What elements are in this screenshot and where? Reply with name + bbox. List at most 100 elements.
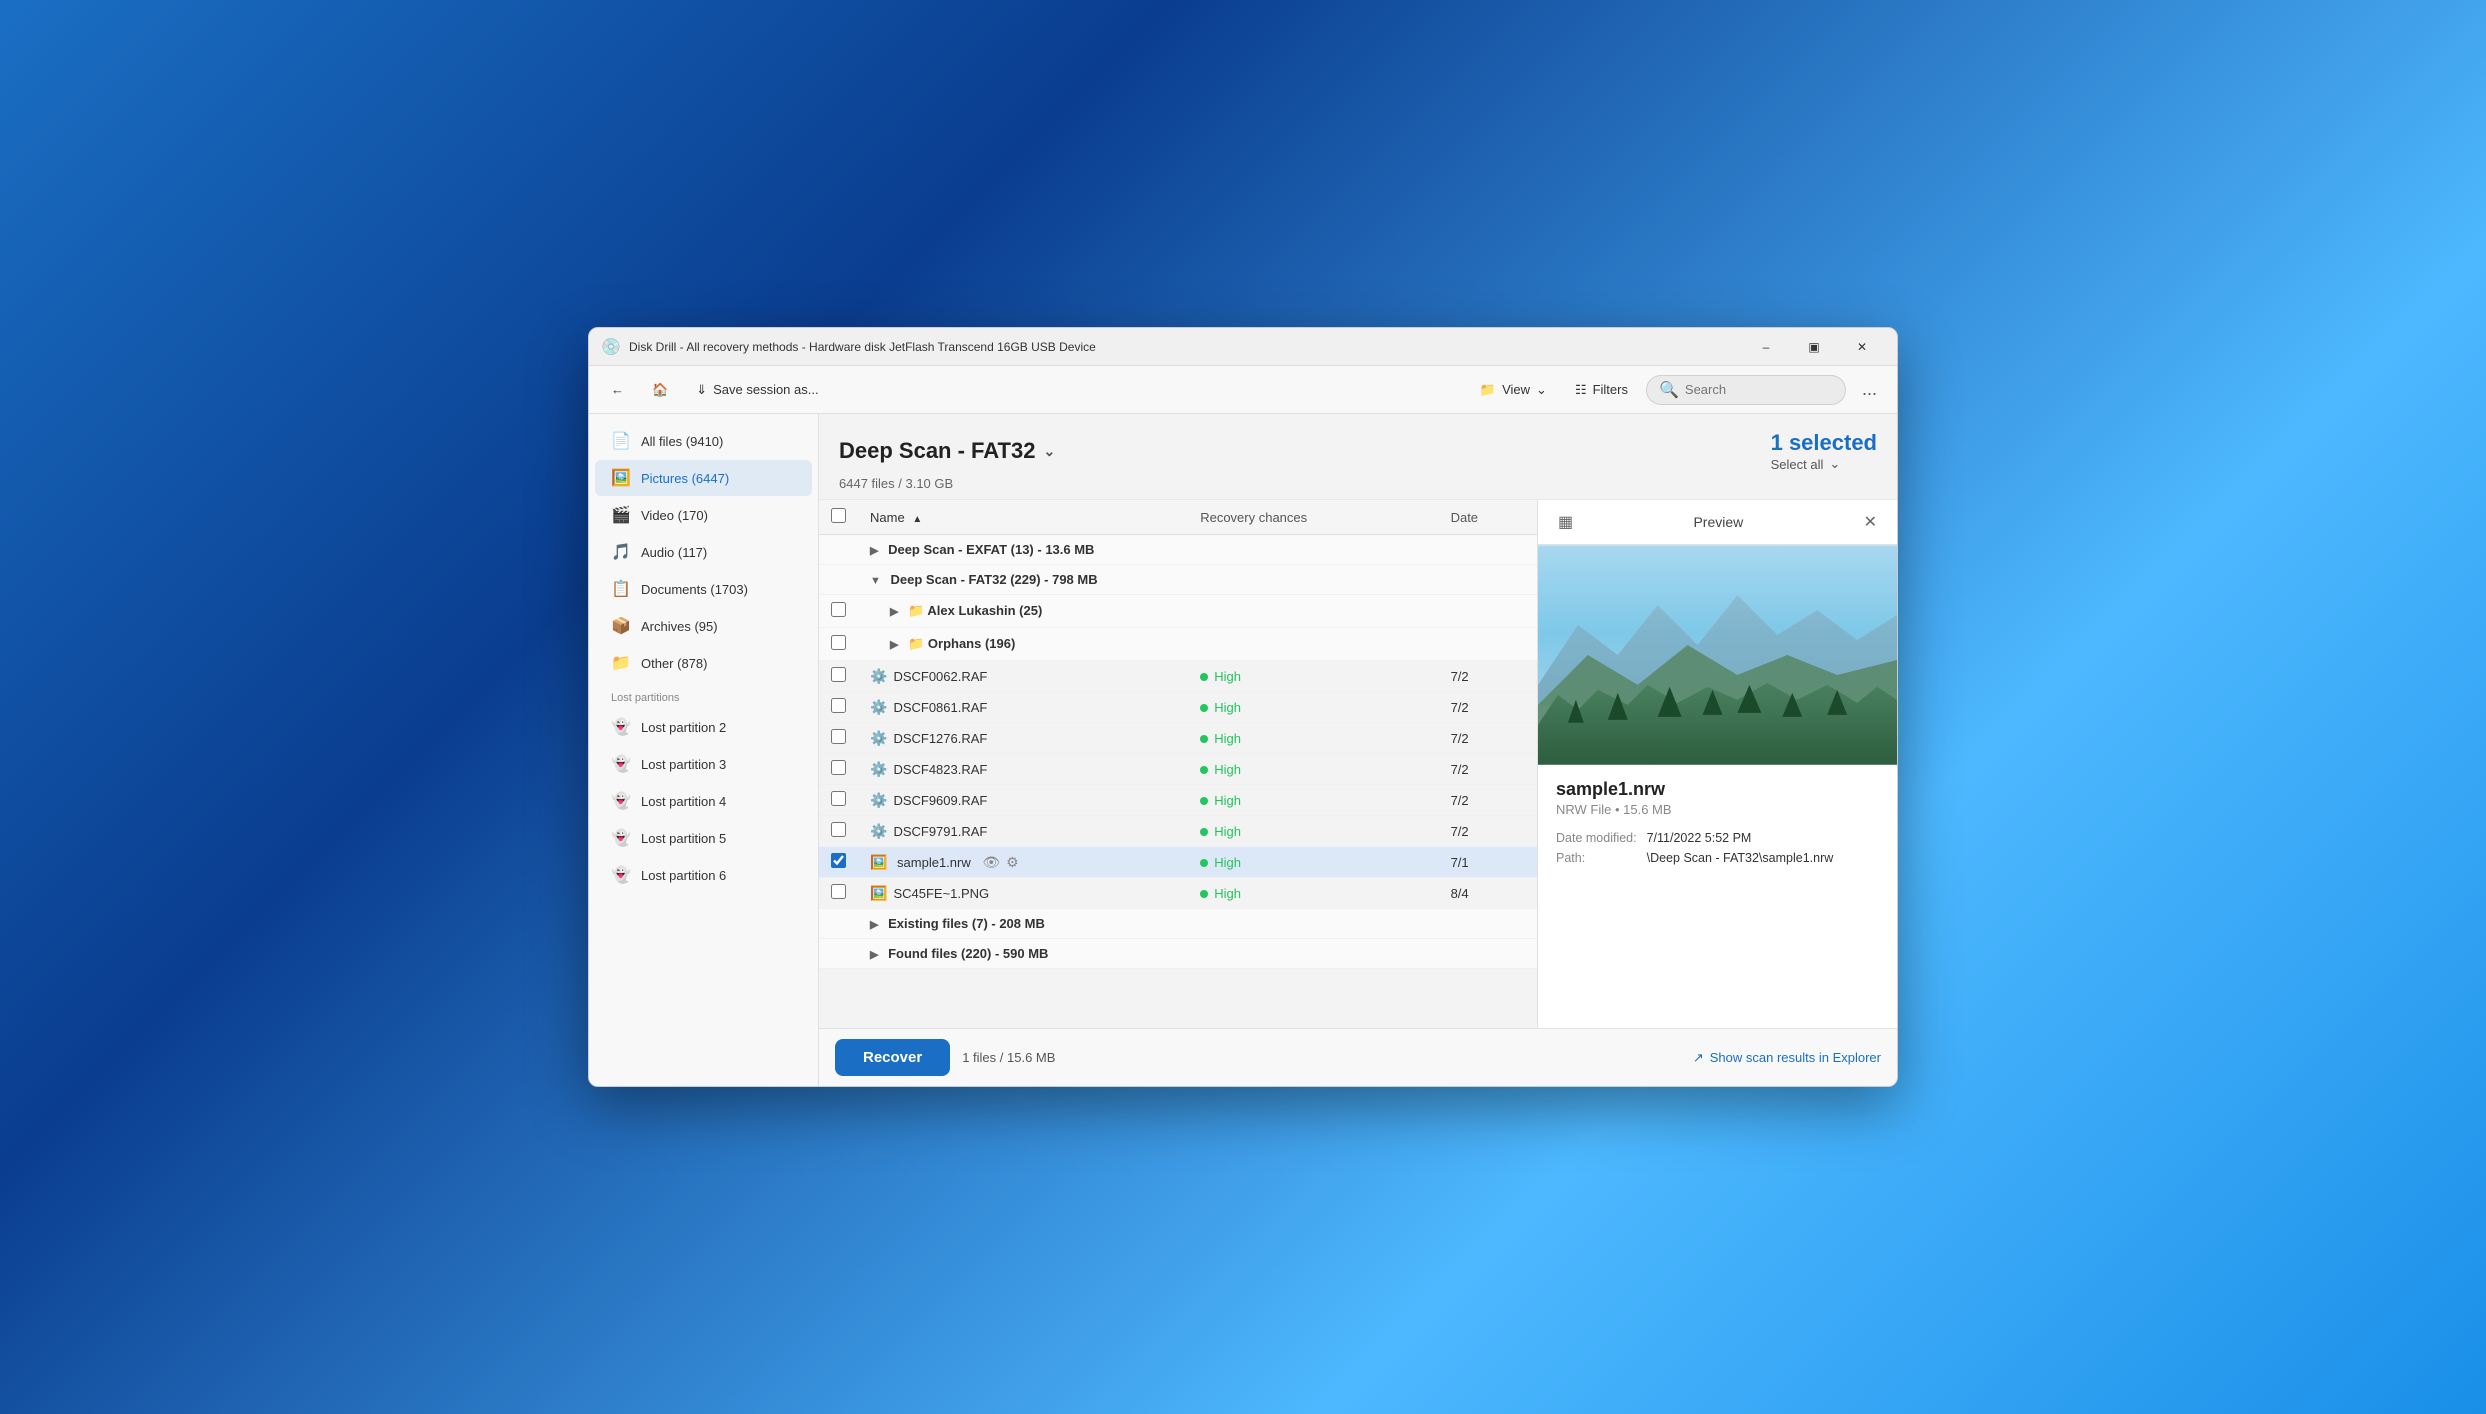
recovery-dot xyxy=(1200,766,1208,774)
recovery-cell: High xyxy=(1188,785,1438,816)
expand-icon[interactable]: ▶ xyxy=(870,919,878,931)
header-date[interactable]: Date xyxy=(1439,500,1537,535)
home-button[interactable]: 🏠 xyxy=(642,376,678,404)
table-row[interactable]: ▶ 📁 Orphans (196) xyxy=(819,628,1537,661)
expand-icon[interactable]: ▶ xyxy=(870,949,878,961)
filters-button[interactable]: ☷ Filters xyxy=(1565,376,1638,404)
other-icon: 📁 xyxy=(611,653,631,673)
preview-image-svg xyxy=(1538,545,1897,765)
more-button[interactable]: ... xyxy=(1854,375,1885,404)
file-name-cell: ⚙️DSCF9609.RAF xyxy=(858,785,1188,816)
show-in-explorer-button[interactable]: ↗ Show scan results in Explorer xyxy=(1693,1050,1881,1066)
maximize-button[interactable]: ▣ xyxy=(1791,332,1837,362)
checkbox-cell xyxy=(819,878,858,909)
table-row[interactable]: ⚙️DSCF1276.RAF High 7/2 xyxy=(819,723,1537,754)
table-row[interactable]: ▶ Deep Scan - EXFAT (13) - 13.6 MB xyxy=(819,535,1537,565)
sidebar-item-lost-4[interactable]: 👻 Lost partition 4 xyxy=(595,783,812,819)
file-table-container: Name ▲ Recovery chances Date xyxy=(819,500,1537,1028)
expand-icon[interactable]: ▶ xyxy=(890,639,898,651)
row-checkbox[interactable] xyxy=(831,698,846,713)
checkbox-cell xyxy=(819,628,858,661)
view-button[interactable]: 📁 View ⌄ xyxy=(1470,376,1557,404)
row-checkbox[interactable] xyxy=(831,791,846,806)
select-all-checkbox[interactable] xyxy=(831,508,846,523)
table-row[interactable]: ▶ Existing files (7) - 208 MB xyxy=(819,909,1537,939)
sidebar-item-other[interactable]: 📁 Other (878) xyxy=(595,645,812,681)
group-name-cell: ▶ 📁 Alex Lukashin (25) xyxy=(858,595,1537,628)
recovery-cell: High xyxy=(1188,754,1438,785)
eye-icon[interactable]: 👁 xyxy=(982,854,1000,871)
path-label: Path: xyxy=(1556,851,1637,865)
search-input[interactable] xyxy=(1685,382,1833,397)
table-row[interactable]: ⚙️DSCF0062.RAF High 7/2 xyxy=(819,661,1537,692)
app-icon: 💿 xyxy=(601,337,621,357)
group-name-cell: ▶ Found files (220) - 590 MB xyxy=(858,939,1537,969)
titlebar: 💿 Disk Drill - All recovery methods - Ha… xyxy=(589,328,1897,366)
sidebar-item-archives[interactable]: 📦 Archives (95) xyxy=(595,608,812,644)
date-modified-value: 7/11/2022 5:52 PM xyxy=(1647,831,1879,845)
sidebar-item-audio[interactable]: 🎵 Audio (117) xyxy=(595,534,812,570)
row-checkbox[interactable] xyxy=(831,853,846,868)
path-value: \Deep Scan - FAT32\sample1.nrw xyxy=(1647,851,1879,865)
expand-icon[interactable]: ▼ xyxy=(870,575,881,587)
checkbox-cell xyxy=(819,847,858,878)
sidebar-item-video[interactable]: 🎬 Video (170) xyxy=(595,497,812,533)
recovery-dot xyxy=(1200,704,1208,712)
header-name[interactable]: Name ▲ xyxy=(858,500,1188,535)
date-cell: 7/2 xyxy=(1439,785,1537,816)
table-row[interactable]: ⚙️DSCF9791.RAF High 7/2 xyxy=(819,816,1537,847)
header-recovery-chances[interactable]: Recovery chances xyxy=(1188,500,1438,535)
recovery-cell: High xyxy=(1188,661,1438,692)
folder-icon: 📁 xyxy=(1480,382,1496,398)
close-button[interactable]: ✕ xyxy=(1839,332,1885,362)
row-checkbox[interactable] xyxy=(831,602,846,617)
sidebar-item-documents[interactable]: 📋 Documents (1703) xyxy=(595,571,812,607)
copy-button[interactable]: ▦ xyxy=(1552,510,1579,534)
row-checkbox[interactable] xyxy=(831,822,846,837)
title-dropdown-icon[interactable]: ⌄ xyxy=(1043,443,1055,460)
save-session-button[interactable]: ⇓ Save session as... xyxy=(686,376,828,404)
recovery-dot xyxy=(1200,735,1208,743)
video-icon: 🎬 xyxy=(611,505,631,525)
checkbox-cell xyxy=(819,723,858,754)
header-checkbox-cell xyxy=(819,500,858,535)
sidebar-item-pictures[interactable]: 🖼️ Pictures (6447) xyxy=(595,460,812,496)
recover-button[interactable]: Recover xyxy=(835,1039,950,1076)
raf-file-icon: ⚙️ xyxy=(870,699,887,715)
row-checkbox[interactable] xyxy=(831,667,846,682)
row-checkbox[interactable] xyxy=(831,635,846,650)
expand-icon[interactable]: ▶ xyxy=(870,545,878,557)
table-row[interactable]: ▶ 📁 Alex Lukashin (25) xyxy=(819,595,1537,628)
bottom-bar: Recover 1 files / 15.6 MB ↗ Show scan re… xyxy=(819,1028,1897,1086)
sidebar-item-lost-3[interactable]: 👻 Lost partition 3 xyxy=(595,746,812,782)
row-checkbox[interactable] xyxy=(831,729,846,744)
row-checkbox[interactable] xyxy=(831,760,846,775)
group-indent-cell xyxy=(819,909,858,939)
recovery-dot xyxy=(1200,859,1208,867)
raf-file-icon: ⚙️ xyxy=(870,730,887,746)
table-row[interactable]: ⚙️DSCF4823.RAF High 7/2 xyxy=(819,754,1537,785)
table-row[interactable]: ▼ Deep Scan - FAT32 (229) - 798 MB xyxy=(819,565,1537,595)
minimize-button[interactable]: – xyxy=(1743,332,1789,362)
date-modified-label: Date modified: xyxy=(1556,831,1637,845)
back-button[interactable]: ← xyxy=(601,376,634,403)
sidebar-item-lost-6[interactable]: 👻 Lost partition 6 xyxy=(595,857,812,893)
checkbox-cell xyxy=(819,595,858,628)
expand-icon[interactable]: ▶ xyxy=(890,606,898,618)
table-row[interactable]: ⚙️DSCF0861.RAF High 7/2 xyxy=(819,692,1537,723)
preview-close-button[interactable]: ✕ xyxy=(1858,510,1883,534)
table-row[interactable]: ⚙️DSCF9609.RAF High 7/2 xyxy=(819,785,1537,816)
settings-icon[interactable]: ⚙ xyxy=(1006,854,1019,871)
sidebar-item-all-files[interactable]: 📄 All files (9410) xyxy=(595,423,812,459)
row-checkbox[interactable] xyxy=(831,884,846,899)
table-row[interactable]: 🖼️ sample1.nrw 👁 ⚙ High 7/1 xyxy=(819,847,1537,878)
sidebar-item-label: Lost partition 6 xyxy=(641,868,726,883)
documents-icon: 📋 xyxy=(611,579,631,599)
sidebar-item-lost-2[interactable]: 👻 Lost partition 2 xyxy=(595,709,812,745)
table-row[interactable]: ▶ Found files (220) - 590 MB xyxy=(819,939,1537,969)
select-all-row[interactable]: Select all ⌄ xyxy=(1771,456,1877,472)
lost-partition-icon: 👻 xyxy=(611,754,631,774)
sidebar-item-label: Lost partition 5 xyxy=(641,831,726,846)
table-row[interactable]: 🖼️SC45FE~1.PNG High 8/4 xyxy=(819,878,1537,909)
sidebar-item-lost-5[interactable]: 👻 Lost partition 5 xyxy=(595,820,812,856)
